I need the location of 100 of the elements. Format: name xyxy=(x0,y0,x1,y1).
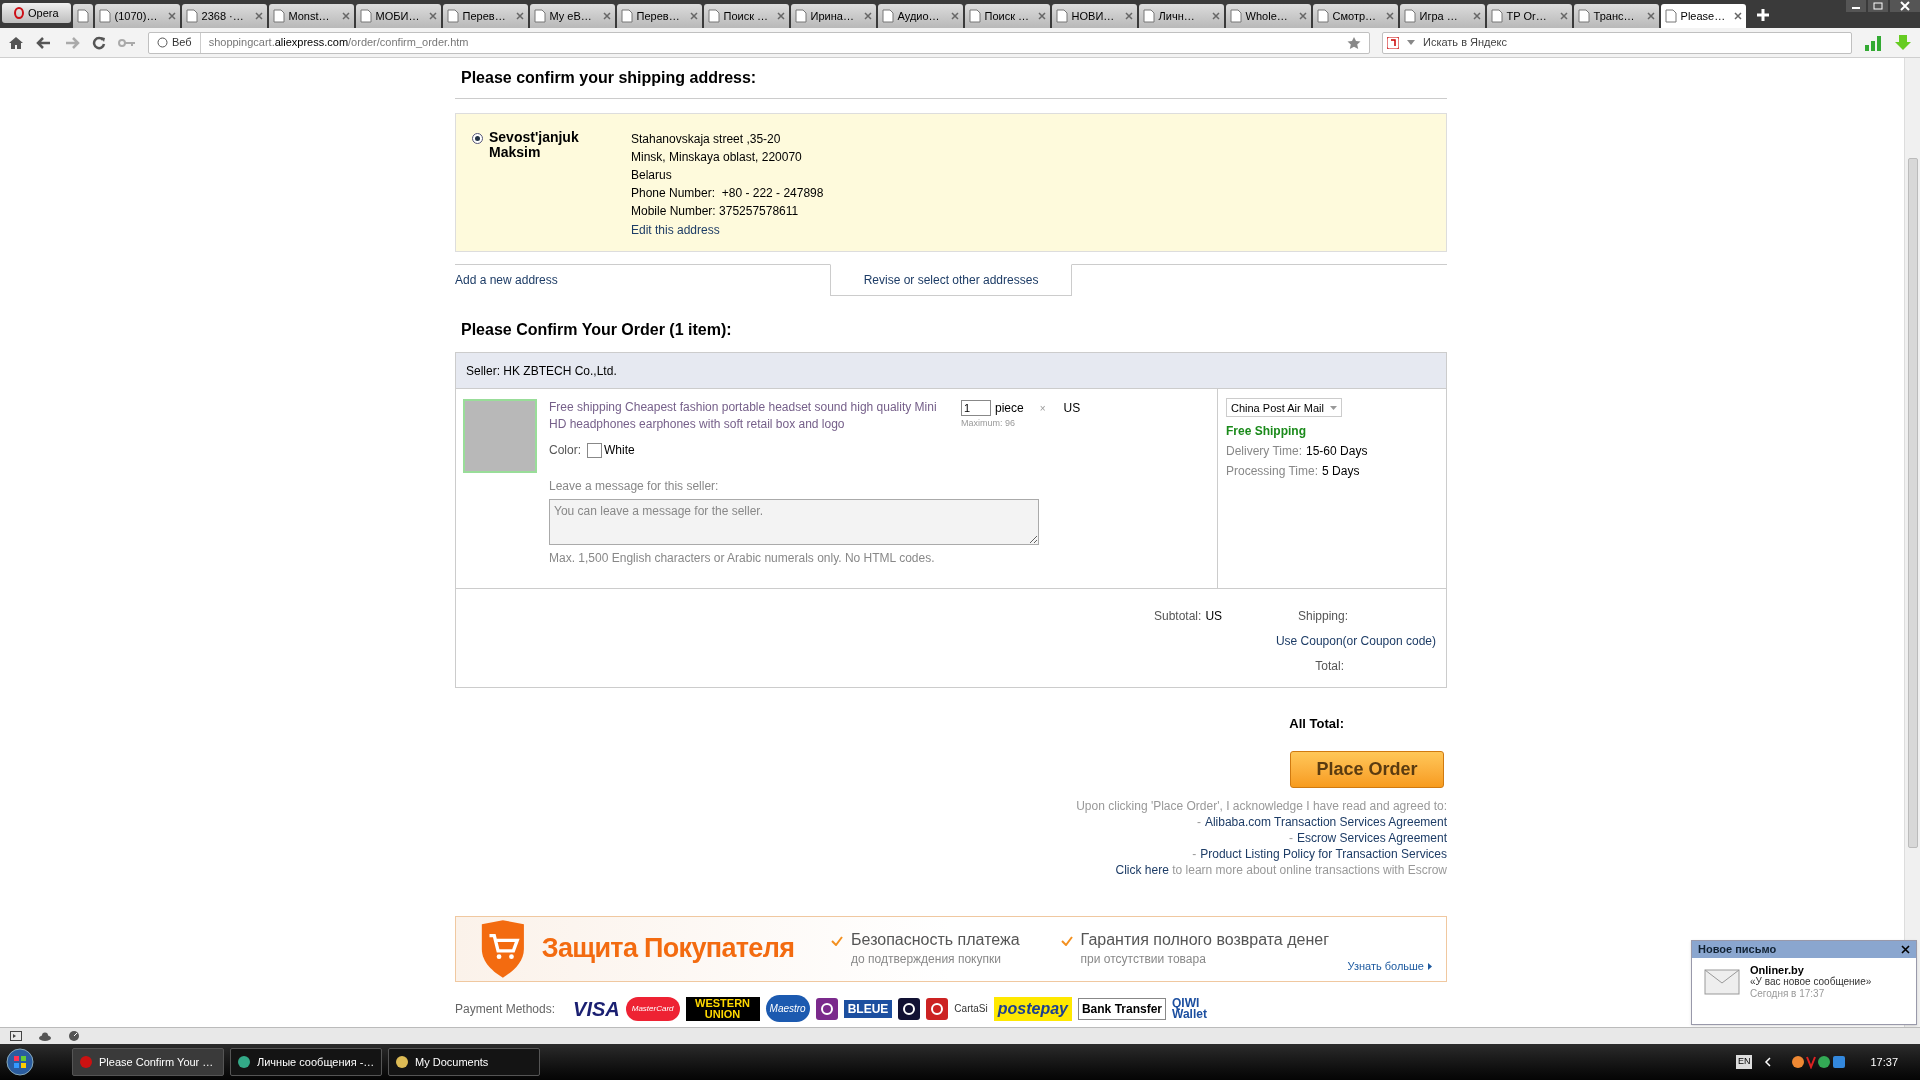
language-indicator[interactable]: EN xyxy=(1735,1055,1753,1069)
maximum-note: Maximum: 96 xyxy=(961,417,1016,430)
revise-addresses-tab[interactable]: Revise or select other addresses xyxy=(830,264,1072,296)
color-option[interactable]: White xyxy=(587,441,635,459)
agreement-text: Upon clicking 'Place Order', I acknowledge I have read and agreed to: xyxy=(1076,797,1447,814)
address-line: Minsk, Minskaya oblast, 220070 xyxy=(631,149,803,166)
browser-tab[interactable]: Перев… xyxy=(616,4,702,28)
windows-logo-icon xyxy=(6,1048,34,1076)
gauge-icon xyxy=(68,1030,80,1042)
close-icon xyxy=(950,12,959,20)
opera-menu-button[interactable]: Opera xyxy=(2,3,71,23)
payment-logo: WESTERN UNION xyxy=(685,996,760,1021)
page-icon xyxy=(446,9,459,23)
browser-tab[interactable]: Monst… xyxy=(268,4,354,28)
browser-tab[interactable]: НОВИ… xyxy=(1051,4,1137,28)
radio-button[interactable] xyxy=(472,133,483,144)
section-heading: Please confirm your shipping address: xyxy=(455,58,1447,99)
taskbar-button[interactable]: My Documents xyxy=(388,1048,540,1076)
close-icon xyxy=(428,12,437,20)
browser-tab[interactable]: Перев… xyxy=(442,4,528,28)
quantity-field[interactable]: 1 xyxy=(961,400,991,416)
address-field[interactable]: Веб shoppingcart.aliexpress.com/order/confirm_order.htm xyxy=(148,31,1370,54)
page-icon xyxy=(968,9,981,23)
agreement-link[interactable]: Alibaba.com Transaction Services Agreement xyxy=(1204,813,1447,830)
message-field[interactable]: You can leave a message for the seller. xyxy=(549,499,1039,545)
browser-tab[interactable]: Игра … xyxy=(1399,4,1485,28)
seller-bar: Seller: HK ZBTECH Co.,Ltd. xyxy=(456,353,1446,389)
page-icon xyxy=(272,9,285,23)
check-icon xyxy=(1060,935,1073,946)
browser-tab[interactable]: 2368 ·… xyxy=(181,4,267,28)
close-icon xyxy=(341,12,350,20)
add-address-link[interactable]: Add a new address xyxy=(455,265,830,289)
delivery-time-label: Delivery Time: xyxy=(1226,443,1302,460)
close-icon xyxy=(1211,12,1220,20)
browser-tab[interactable] xyxy=(72,4,93,28)
click-here-link[interactable]: Click here xyxy=(1115,861,1169,878)
total-label: Total: xyxy=(1315,658,1344,675)
section-heading: Please Confirm Your Order (1 item): xyxy=(460,320,733,340)
browser-tab[interactable]: Личн… xyxy=(1138,4,1224,28)
browser-tab[interactable]: Транс… xyxy=(1573,4,1659,28)
close-icon xyxy=(1901,945,1910,954)
close-icon xyxy=(1472,12,1481,20)
maximize-icon xyxy=(1868,0,1888,12)
plus-icon xyxy=(1755,8,1770,22)
page-icon xyxy=(98,9,111,23)
payment-logo: BLEUE xyxy=(843,999,893,1018)
search-input[interactable]: Искать в Яндекс xyxy=(1423,34,1847,51)
page-icon xyxy=(1055,9,1068,23)
notification-time: Сегодня в 17:37 xyxy=(1750,988,1826,1000)
page-icon xyxy=(1577,9,1590,23)
close-icon xyxy=(1124,12,1133,20)
recipient-name: Sevost'janjuk Maksim xyxy=(489,130,580,160)
phone-number: Phone Number: +80 - 222 - 247898 xyxy=(631,185,824,202)
star-icon xyxy=(1347,35,1361,50)
close-icon xyxy=(1385,12,1394,20)
agreement-link[interactable]: Product Listing Policy for Transaction Services xyxy=(1200,845,1447,862)
taskbar-button[interactable]: Личные сообщения -… xyxy=(230,1048,382,1076)
close-icon xyxy=(167,12,176,20)
processing-time-value: 5 Days xyxy=(1322,463,1360,480)
check-icon xyxy=(831,935,844,946)
app-icon xyxy=(237,1055,251,1069)
browser-tab[interactable]: Поиск … xyxy=(703,4,789,28)
processing-time-label: Processing Time: xyxy=(1226,463,1319,480)
url-text: shoppingcart.aliexpress.com/order/confirm_order.htm xyxy=(207,35,469,51)
browser-tab[interactable]: Ирина… xyxy=(790,4,876,28)
browser-tab[interactable]: Поиск … xyxy=(964,4,1050,28)
browser-tab[interactable]: Whole… xyxy=(1225,4,1311,28)
page-icon xyxy=(1490,9,1503,23)
place-order-button[interactable]: Place Order xyxy=(1290,750,1444,788)
all-total-label: All Total: xyxy=(1289,715,1344,733)
coupon-link[interactable]: Use Coupon(or Coupon code) xyxy=(1275,632,1436,650)
browser-tab[interactable]: (1070)… xyxy=(94,4,180,28)
page-icon xyxy=(1403,9,1416,23)
browser-tab[interactable]: TP Or… xyxy=(1486,4,1572,28)
page-icon xyxy=(533,9,546,23)
browser-tab[interactable]: Аудио… xyxy=(877,4,963,28)
browser-tab[interactable]: Please… xyxy=(1660,4,1746,28)
page-icon xyxy=(881,9,894,23)
page-icon xyxy=(1229,9,1242,23)
close-icon xyxy=(254,12,263,20)
minimize-icon xyxy=(1846,0,1866,12)
scrollbar[interactable] xyxy=(1904,58,1920,1027)
search-field[interactable]: Искать в Яндекс xyxy=(1382,31,1852,54)
browser-tab[interactable]: My eB… xyxy=(529,4,615,28)
edit-address-link[interactable]: Edit this address xyxy=(631,221,824,239)
feature-subtitle: при отсутствии товара xyxy=(1080,950,1207,968)
payment-logo: MasterCard xyxy=(625,996,680,1021)
product-title-link[interactable]: Free shipping Cheapest fashion portable headset sound high quality Mini HD headphones earphones with soft retail box and logo xyxy=(549,399,949,433)
search-engine-icon xyxy=(1387,36,1399,49)
address-line: Stahanovskaja street ,35-20 xyxy=(631,131,782,148)
agreement-link[interactable]: Escrow Services Agreement xyxy=(1296,829,1447,846)
browser-tab[interactable]: МОБИ… xyxy=(355,4,441,28)
protection-title: Защита Покупателя xyxy=(541,932,796,966)
taskbar-button[interactable]: Please Confirm Your … xyxy=(72,1048,224,1076)
browser-tab[interactable]: Смотр… xyxy=(1312,4,1398,28)
shipping-method-dropdown[interactable]: China Post Air Mail xyxy=(1226,398,1342,417)
key-icon xyxy=(118,37,136,48)
tray-icons-drawing xyxy=(1792,1055,1847,1069)
close-icon xyxy=(1559,12,1568,20)
learn-more-link[interactable]: Узнать больше xyxy=(1347,958,1432,975)
